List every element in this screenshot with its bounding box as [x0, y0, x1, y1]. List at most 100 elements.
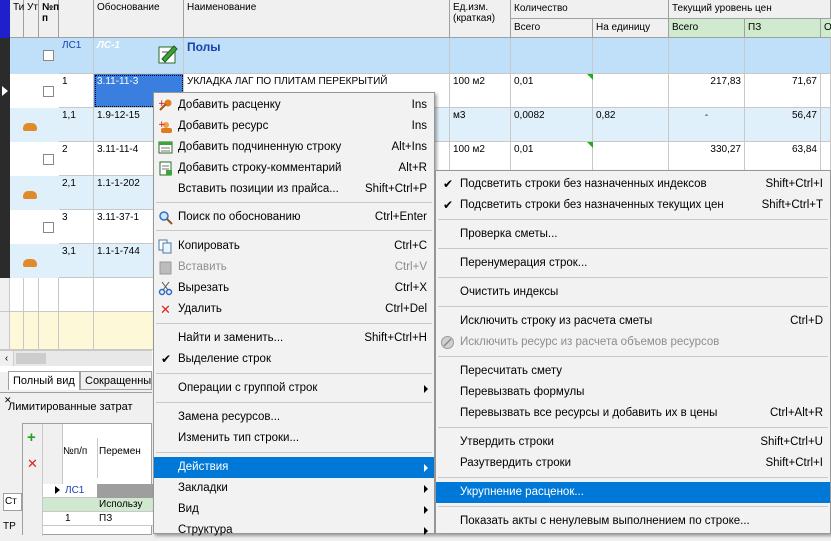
menu-item-delete[interactable]: ✕ Удалить Ctrl+Del — [154, 299, 434, 320]
submenu-item-unapprove-rows[interactable]: Разутвердить строки Shift+Ctrl+I — [436, 453, 830, 474]
row-price-pz: 71,67 — [745, 74, 821, 108]
add-rate-icon: + — [158, 98, 173, 113]
col-header-price-total[interactable]: Всего — [669, 19, 745, 38]
add-resource-icon: + — [158, 119, 173, 134]
add-comment-icon — [158, 161, 173, 176]
col-header-basis[interactable]: Обоснование — [94, 0, 184, 38]
horizontal-scrollbar[interactable]: ‹ — [0, 350, 152, 366]
submenu-item-highlight-no-prices[interactable]: ✔ Подсветить строки без назначенных теку… — [436, 195, 830, 216]
row-qty-per: 0,82 — [593, 108, 669, 142]
row-qty-total: 0,0082 — [511, 108, 593, 142]
submenu-item-highlight-no-indexes[interactable]: ✔ Подсветить строки без назначенных инде… — [436, 174, 830, 195]
context-menu: + Добавить расценку Ins + Добавить ресурс… — [153, 92, 435, 536]
submenu-item-exclude-row[interactable]: Исключить строку из расчета сметы Ctrl+D — [436, 311, 830, 332]
submenu-item-recall-resources[interactable]: Перевызвать все ресурсы и добавить их в … — [436, 403, 830, 424]
row-qty-total: 0,01 — [511, 74, 593, 108]
tab-short-view[interactable]: Сокращенны — [80, 371, 152, 390]
note-icon — [156, 42, 180, 66]
paste-icon — [158, 260, 173, 275]
col-header-name[interactable]: Наименование — [184, 0, 450, 38]
col-header-qty-total[interactable]: Всего — [511, 19, 593, 38]
menu-item-insert-from-price[interactable]: Вставить позиции из прайса... Shift+Ctrl+… — [154, 179, 434, 200]
menu-item-add-resource[interactable]: + Добавить ресурс Ins — [154, 116, 434, 137]
menu-item-add-rate[interactable]: + Добавить расценку Ins — [154, 95, 434, 116]
submenu-item-renumber-rows[interactable]: Перенумерация строк... — [436, 253, 830, 274]
actions-submenu: ✔ Подсветить строки без назначенных инде… — [435, 170, 831, 534]
submenu-arrow-icon — [424, 506, 428, 514]
menu-item-copy[interactable]: Копировать Ctrl+C — [154, 236, 434, 257]
row-price-pz: 56,47 — [745, 108, 821, 142]
menu-item-cut[interactable]: Вырезать Ctrl+X — [154, 278, 434, 299]
copy-icon — [158, 239, 173, 254]
submenu-arrow-icon — [424, 485, 428, 493]
col-header-qty-per[interactable]: На единицу — [593, 19, 669, 38]
menu-item-change-row-type[interactable]: Изменить тип строки... — [154, 428, 434, 449]
exclude-resource-icon — [440, 335, 455, 350]
submenu-arrow-icon — [424, 385, 428, 393]
submenu-item-consolidate-rates[interactable]: Укрупнение расценок... — [436, 482, 830, 503]
row-checkbox[interactable] — [43, 222, 54, 233]
row-price-total: - — [669, 108, 745, 142]
col-header-num[interactable]: №п/п — [39, 0, 62, 38]
row-price-total: 217,83 — [669, 74, 745, 108]
tab-st[interactable]: Ст — [3, 493, 22, 511]
check-icon: ✔ — [161, 352, 172, 366]
menu-item-actions[interactable]: Действия — [154, 457, 434, 478]
add-child-row-icon — [158, 140, 173, 155]
table-row-section[interactable]: ЛС1 ЛС-1 Полы — [0, 38, 831, 74]
check-icon: ✔ — [443, 198, 454, 212]
svg-text:+: + — [158, 120, 166, 130]
submenu-item-recall-formulas[interactable]: Перевызвать формулы — [436, 382, 830, 403]
row-value: ПЗ — [99, 513, 113, 524]
row-num: 1 — [65, 513, 71, 524]
menu-item-replace-resources[interactable]: Замена ресурсов... — [154, 407, 434, 428]
tab-tr[interactable]: ТР — [3, 521, 16, 532]
menu-item-group-operations[interactable]: Операции с группой строк — [154, 378, 434, 399]
menu-item-find-replace[interactable]: Найти и заменить... Shift+Ctrl+H — [154, 328, 434, 349]
menu-item-bookmarks[interactable]: Закладки — [154, 478, 434, 499]
menu-item-row-selection[interactable]: ✔ Выделение строк — [154, 349, 434, 370]
current-row-indicator-icon — [2, 86, 8, 96]
view-tabs: Полный вид Сокращенны — [0, 371, 152, 390]
row-checkbox[interactable] — [43, 50, 54, 61]
scroll-thumb[interactable] — [16, 353, 46, 364]
col-header-variable[interactable]: Перемен — [99, 446, 141, 457]
col-header-price-pz[interactable]: ПЗ — [745, 19, 821, 38]
resource-hand-icon — [23, 259, 37, 267]
menu-item-view[interactable]: Вид — [154, 499, 434, 520]
menu-item-add-child-row[interactable]: Добавить подчиненную строку Alt+Ins — [154, 137, 434, 158]
col-header-unit[interactable]: Ед.изм. (краткая) — [450, 0, 511, 38]
col-header-price-o[interactable]: О — [821, 19, 831, 38]
submenu-item-show-acts[interactable]: Показать акты с ненулевым выполнением по… — [436, 511, 830, 532]
submenu-item-recalculate[interactable]: Пересчитать смету — [436, 361, 830, 382]
scroll-left-icon[interactable]: ‹ — [0, 351, 14, 366]
row-checkbox[interactable] — [43, 154, 54, 165]
panel-table[interactable]: + ✕ №п/п Перемен ЛС1 Использу 1 ПЗ — [22, 423, 153, 536]
row-num: 2 — [59, 142, 94, 176]
col-header-ut[interactable]: Ут — [24, 0, 39, 38]
menu-item-structure[interactable]: Структура — [154, 520, 434, 541]
menu-item-search-by-basis[interactable]: Поиск по обоснованию Ctrl+Enter — [154, 207, 434, 228]
panel-title: Лимитированные затрат — [8, 401, 133, 413]
col-header-ti[interactable]: Ти — [10, 0, 24, 38]
row-name: Полы — [184, 38, 450, 74]
header-selector — [0, 0, 10, 38]
svg-text:+: + — [158, 99, 166, 109]
row-checkbox[interactable] — [43, 86, 54, 97]
search-icon — [158, 210, 173, 225]
tab-full-view[interactable]: Полный вид — [8, 371, 80, 390]
limited-costs-panel: ✕ Лимитированные затрат + ✕ №п/п Перемен… — [0, 392, 153, 536]
remove-icon[interactable]: ✕ — [27, 457, 39, 470]
menu-item-add-comment-row[interactable]: Добавить строку-комментарий Alt+R — [154, 158, 434, 179]
row-qty-per — [593, 74, 669, 108]
add-icon[interactable]: + — [27, 430, 39, 445]
row-num: 2,1 — [59, 176, 94, 210]
submenu-item-approve-rows[interactable]: Утвердить строки Shift+Ctrl+U — [436, 432, 830, 453]
submenu-item-check-estimate[interactable]: Проверка сметы... — [436, 224, 830, 245]
menu-item-paste: Вставить Ctrl+V — [154, 257, 434, 278]
delete-icon: ✕ — [160, 302, 171, 317]
submenu-item-clear-indexes[interactable]: Очистить индексы — [436, 282, 830, 303]
submenu-arrow-icon — [424, 464, 428, 472]
row-unit: м3 — [450, 108, 511, 142]
col-header-num[interactable]: №п/п — [63, 446, 87, 457]
